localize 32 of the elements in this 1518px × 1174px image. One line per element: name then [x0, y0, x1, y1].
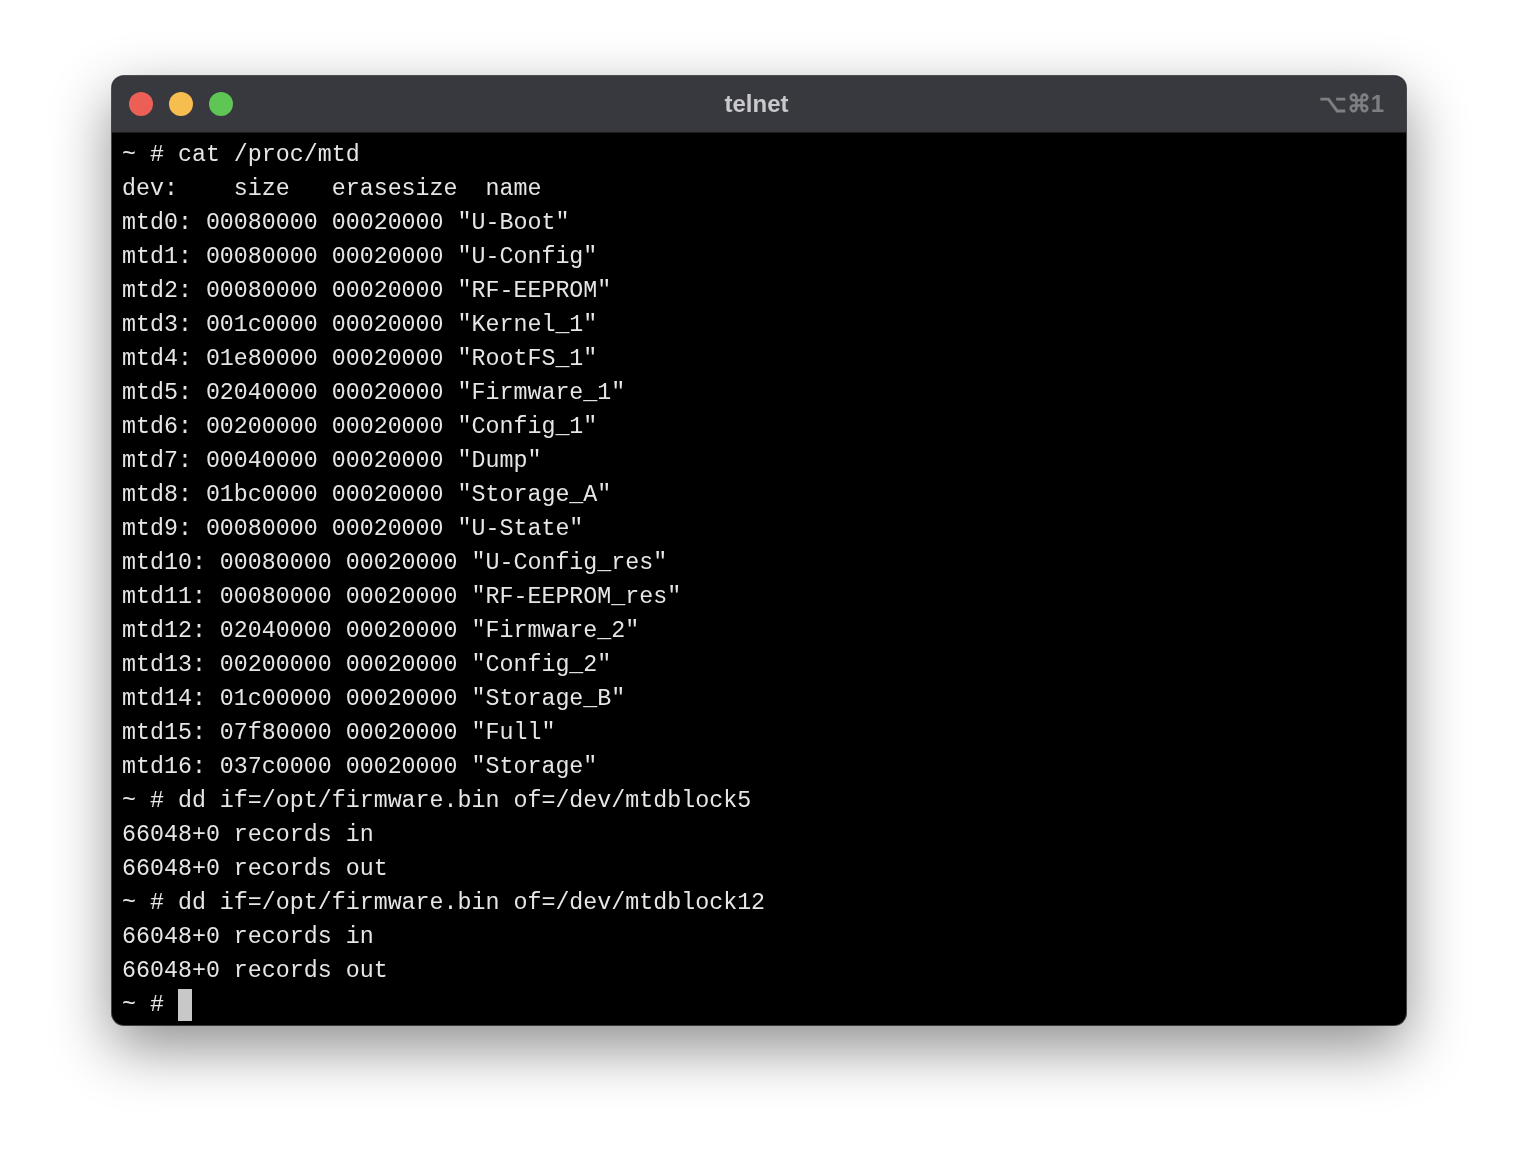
terminal-line: mtd8: 01bc0000 00020000 "Storage_A" — [122, 481, 613, 510]
terminal-line: mtd13: 00200000 00020000 "Config_2" — [122, 651, 613, 680]
terminal-line: 66048+0 records out — [122, 957, 389, 986]
terminal-line: 66048+0 records in — [122, 923, 375, 952]
terminal-line: mtd10: 00080000 00020000 "U-Config_res" — [122, 549, 669, 578]
terminal-line: mtd0: 00080000 00020000 "U-Boot" — [122, 209, 571, 238]
text-cursor — [177, 989, 192, 1021]
terminal-line: mtd7: 00040000 00020000 "Dump" — [122, 447, 543, 476]
terminal-line: mtd15: 07f80000 00020000 "Full" — [122, 719, 557, 748]
terminal-line: mtd2: 00080000 00020000 "RF-EEPROM" — [122, 277, 613, 306]
terminal-line: ~ # dd if=/opt/firmware.bin of=/dev/mtdblock5 — [122, 787, 753, 816]
terminal-line: ~ # dd if=/opt/firmware.bin of=/dev/mtdblock12 — [122, 889, 767, 918]
terminal-line: mtd6: 00200000 00020000 "Config_1" — [122, 413, 599, 442]
terminal-line: 66048+0 records in — [122, 821, 375, 850]
terminal-line: mtd12: 02040000 00020000 "Firmware_2" — [122, 617, 641, 646]
terminal-line: mtd1: 00080000 00020000 "U-Config" — [122, 243, 599, 272]
keyboard-shortcut: ⌥⌘1 — [1317, 90, 1384, 118]
terminal-line: 66048+0 records out — [122, 855, 389, 884]
terminal-line: ~ # cat /proc/mtd — [122, 141, 361, 170]
terminal-line: mtd9: 00080000 00020000 "U-State" — [122, 515, 585, 544]
minimize-button[interactable] — [169, 92, 193, 116]
terminal-line: mtd5: 02040000 00020000 "Firmware_1" — [122, 379, 627, 408]
close-button[interactable] — [129, 92, 153, 116]
terminal-line: mtd14: 01c00000 00020000 "Storage_B" — [122, 685, 627, 714]
terminal-line: mtd3: 001c0000 00020000 "Kernel_1" — [122, 311, 599, 340]
terminal-line: dev: size erasesize name — [122, 175, 543, 204]
terminal-line: mtd4: 01e80000 00020000 "RootFS_1" — [122, 345, 599, 374]
window-title: telnet — [723, 90, 790, 118]
terminal-line: mtd11: 00080000 00020000 "RF-EEPROM_res" — [122, 583, 683, 612]
terminal-line: mtd16: 037c0000 00020000 "Storage" — [122, 753, 599, 782]
terminal-prompt: ~ # — [122, 991, 164, 1020]
zoom-button[interactable] — [209, 92, 233, 116]
